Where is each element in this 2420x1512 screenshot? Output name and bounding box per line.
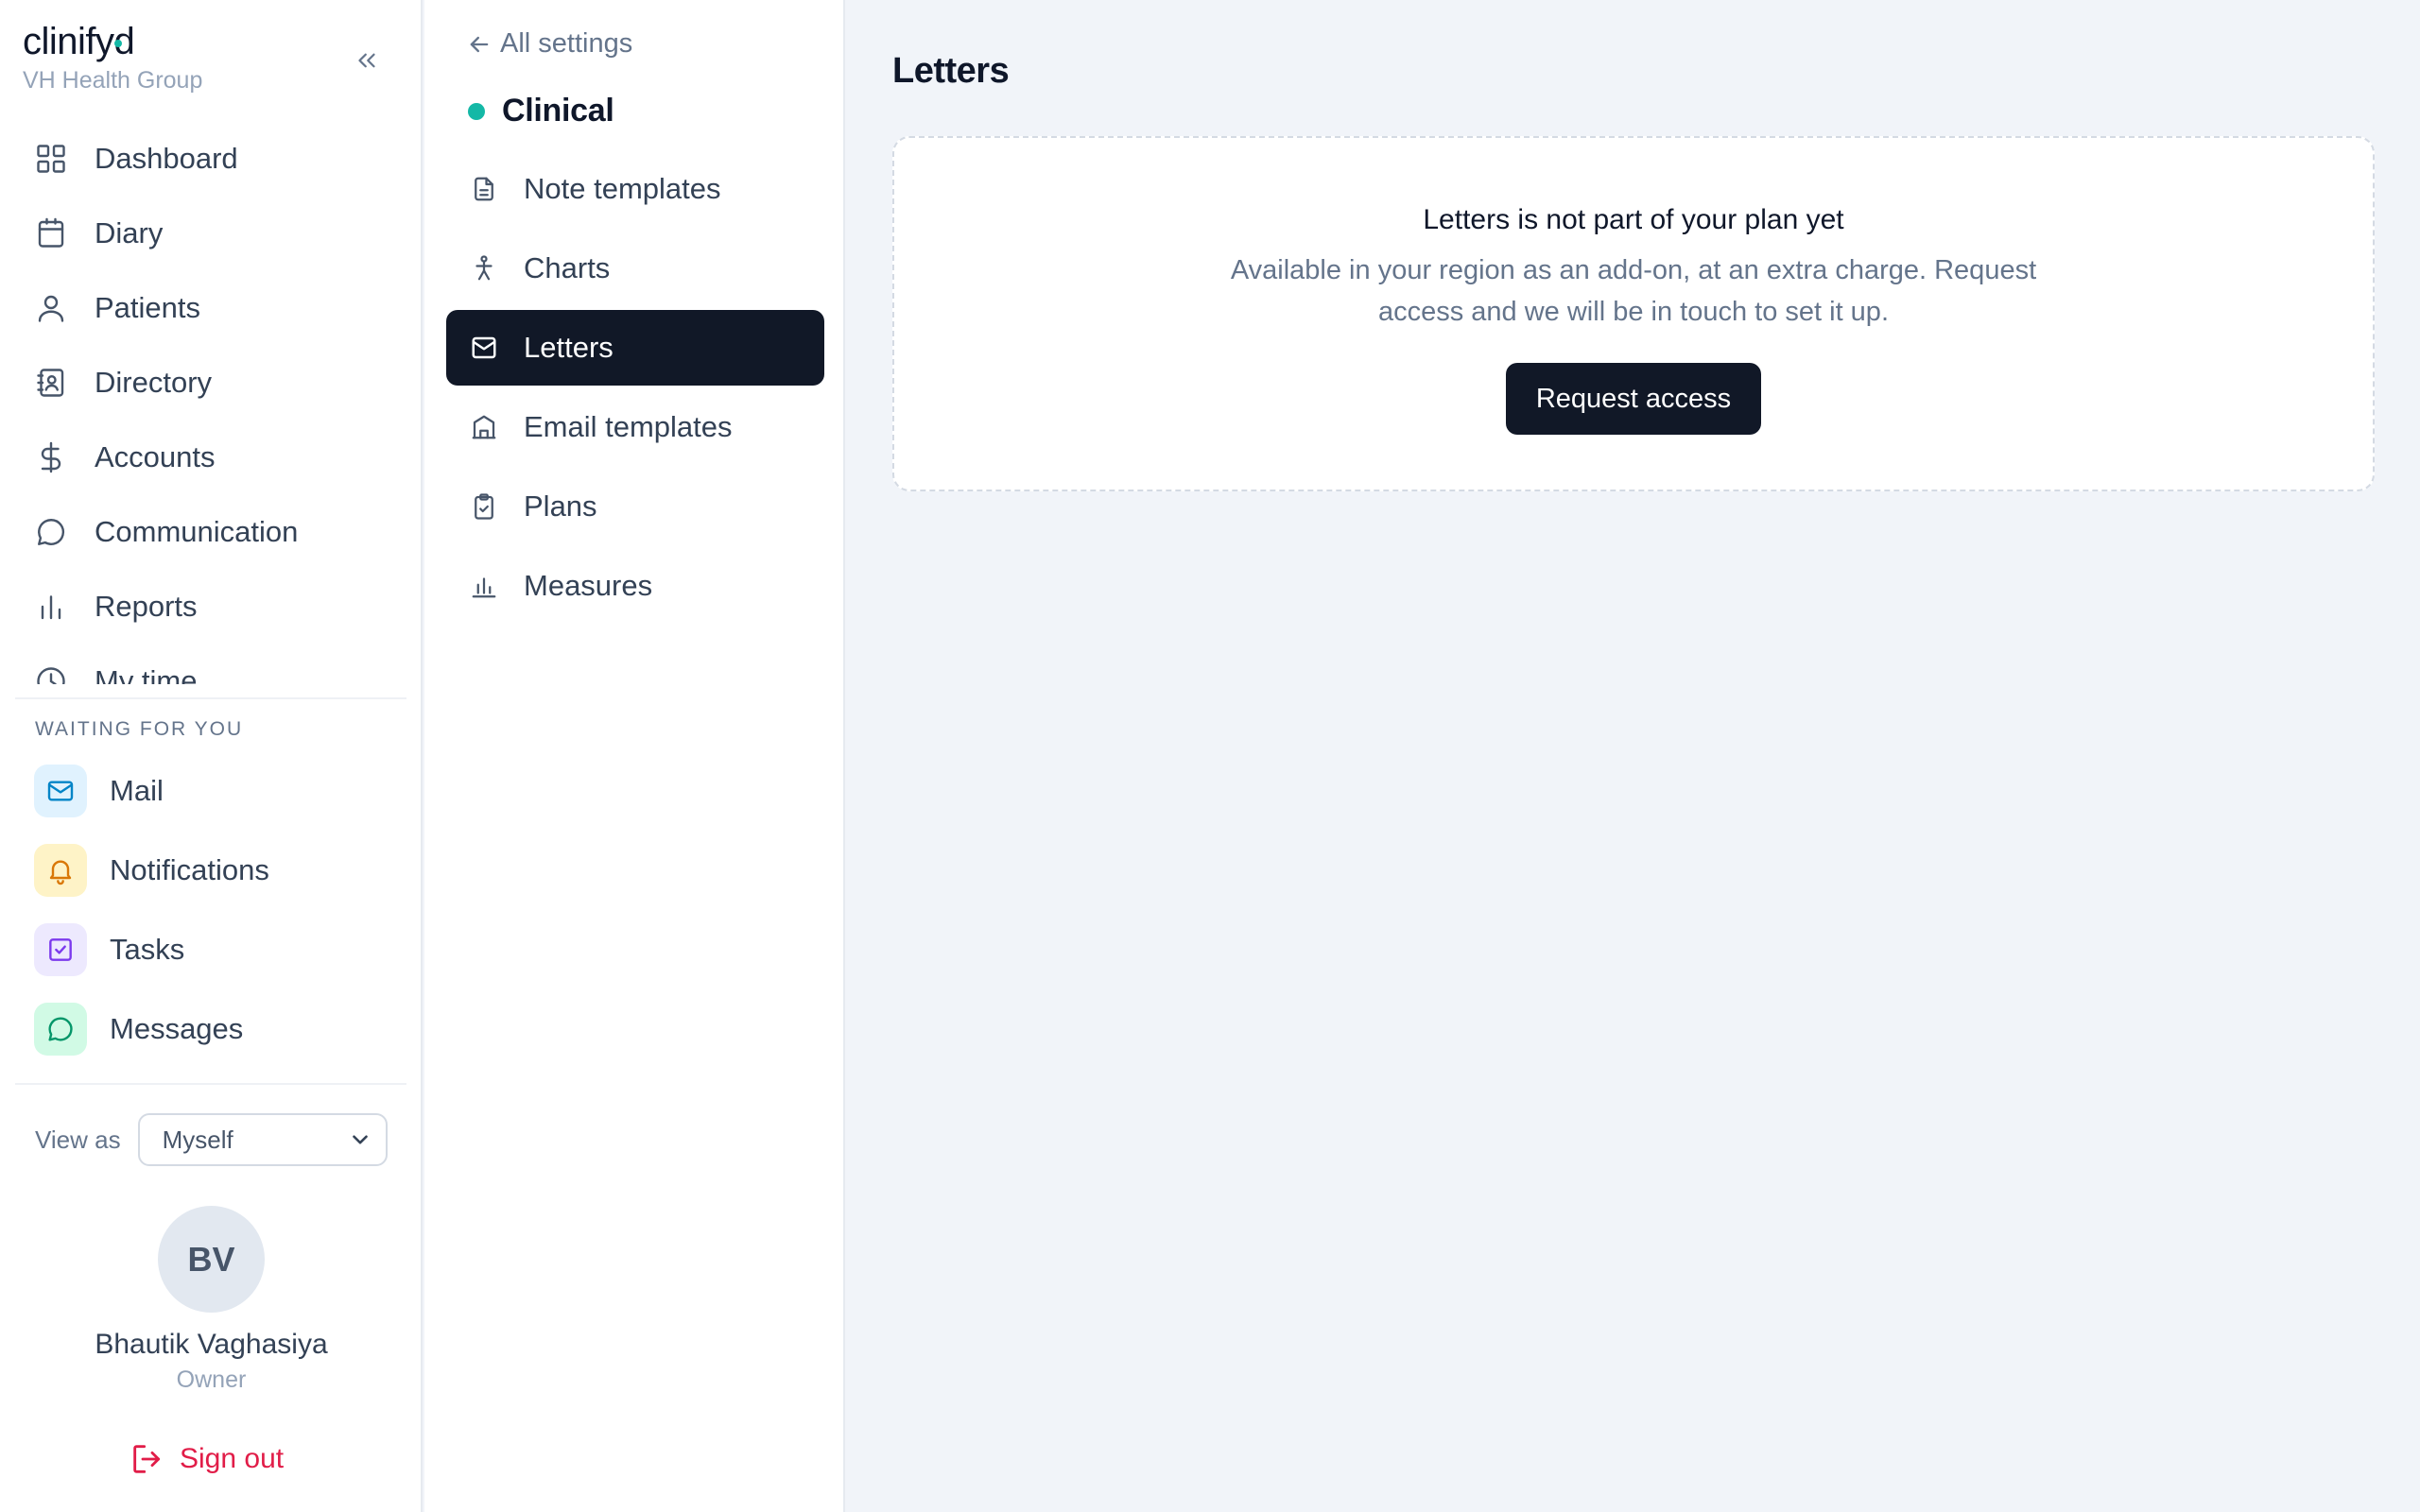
- user-name: Bhautik Vaghasiya: [95, 1329, 328, 1360]
- dollar-icon: [32, 438, 70, 476]
- sidebar-divider: [15, 1083, 406, 1085]
- settings-item-measures[interactable]: Measures: [446, 548, 824, 624]
- main-sidebar: clinifyd VH Health Group Dashboard Diary: [0, 0, 423, 1512]
- user-role: Owner: [176, 1366, 247, 1393]
- settings-group-label: Clinical: [502, 93, 614, 129]
- mail-icon: [34, 765, 87, 817]
- settings-group-title: Clinical: [468, 93, 614, 129]
- bell-icon: [34, 844, 87, 897]
- nav-item-patients[interactable]: Patients: [15, 270, 406, 345]
- settings-item-label: Letters: [524, 331, 614, 364]
- envelope-icon: [469, 333, 499, 363]
- view-as-label: View as: [35, 1125, 121, 1154]
- waiting-item-tasks[interactable]: Tasks: [34, 910, 269, 989]
- nav-item-communication[interactable]: Communication: [15, 494, 406, 569]
- settings-item-label: Charts: [524, 251, 611, 284]
- main-nav[interactable]: Dashboard Diary Patients Directory Accou…: [15, 121, 406, 684]
- person-figure-icon: [469, 253, 499, 284]
- nav-label: Patients: [95, 290, 201, 324]
- upsell-card: Letters is not part of your plan yet Ava…: [892, 136, 2375, 491]
- sidebar-divider: [15, 697, 406, 699]
- request-access-button[interactable]: Request access: [1505, 363, 1762, 435]
- user-icon: [32, 289, 70, 327]
- nav-label: Directory: [95, 365, 213, 399]
- waiting-list: Mail Notifications Tasks Messages: [34, 751, 269, 1069]
- brand: clinifyd VH Health Group: [23, 21, 202, 94]
- nav-item-accounts[interactable]: Accounts: [15, 420, 406, 494]
- upsell-heading: Letters is not part of your plan yet: [1423, 204, 1844, 235]
- settings-list: Note templates Charts Letters Email temp…: [446, 151, 824, 627]
- waiting-label: Mail: [110, 774, 164, 807]
- page-title: Letters: [892, 51, 1010, 91]
- nav-item-dashboard[interactable]: Dashboard: [15, 121, 406, 196]
- settings-item-label: Note templates: [524, 172, 721, 205]
- upsell-description: Available in your region as an add-on, a…: [1230, 255, 2037, 327]
- chevron-down-icon: [352, 1135, 368, 1144]
- settings-item-label: Measures: [524, 569, 653, 602]
- sign-out-label: Sign out: [180, 1443, 285, 1474]
- settings-item-label: Email templates: [524, 410, 733, 443]
- chat-bubble-icon: [34, 1003, 87, 1056]
- nav-label: Diary: [95, 215, 164, 249]
- check-square-icon: [34, 923, 87, 976]
- nav-label: Dashboard: [95, 141, 238, 175]
- nav-item-reports[interactable]: Reports: [15, 569, 406, 644]
- nav-label: Reports: [95, 589, 198, 623]
- calendar-icon: [32, 215, 70, 252]
- view-as-value: Myself: [162, 1125, 233, 1154]
- view-as: View as Myself: [35, 1113, 388, 1166]
- building-icon: [469, 412, 499, 442]
- settings-nav: All settings Clinical Note templates Cha…: [424, 0, 845, 1512]
- waiting-label: Tasks: [110, 933, 185, 966]
- settings-item-charts[interactable]: Charts: [446, 231, 824, 306]
- status-dot: [468, 102, 485, 120]
- waiting-section-title: WAITING FOR YOU: [35, 718, 244, 740]
- settings-item-letters[interactable]: Letters: [446, 310, 824, 386]
- chat-bubble-icon: [32, 513, 70, 551]
- nav-label: Communication: [95, 514, 299, 548]
- document-icon: [469, 174, 499, 204]
- nav-item-directory[interactable]: Directory: [15, 345, 406, 420]
- avatar[interactable]: BV: [158, 1206, 265, 1313]
- settings-item-email-templates[interactable]: Email templates: [446, 389, 824, 465]
- nav-label: Accounts: [95, 439, 216, 473]
- grid-icon: [32, 140, 70, 178]
- main-content: Letters Letters is not part of your plan…: [847, 0, 2420, 1512]
- contact-book-icon: [32, 364, 70, 402]
- settings-item-label: Plans: [524, 490, 597, 523]
- settings-item-note-templates[interactable]: Note templates: [446, 151, 824, 227]
- all-settings-link[interactable]: All settings: [466, 28, 632, 60]
- waiting-item-messages[interactable]: Messages: [34, 989, 269, 1069]
- bar-chart-icon: [32, 588, 70, 626]
- double-chevron-left-icon: [358, 53, 375, 68]
- clipboard-check-icon: [469, 491, 499, 522]
- brand-logo[interactable]: clinifyd: [23, 21, 135, 62]
- view-as-select[interactable]: Myself: [137, 1113, 388, 1166]
- waiting-item-mail[interactable]: Mail: [34, 751, 269, 831]
- organization-name: VH Health Group: [23, 67, 203, 94]
- sign-out-button[interactable]: Sign out: [129, 1440, 284, 1478]
- nav-item-my-time[interactable]: My time: [15, 644, 406, 684]
- bar-chart-icon: [469, 571, 499, 601]
- logout-icon: [133, 1445, 161, 1473]
- waiting-item-notifications[interactable]: Notifications: [34, 831, 269, 910]
- nav-item-diary[interactable]: Diary: [15, 196, 406, 270]
- waiting-label: Messages: [110, 1012, 244, 1045]
- clock-icon: [32, 662, 70, 684]
- settings-item-plans[interactable]: Plans: [446, 469, 824, 544]
- all-settings-label: All settings: [500, 28, 633, 59]
- nav-label: My time: [95, 663, 198, 685]
- collapse-sidebar-button[interactable]: [348, 42, 386, 79]
- waiting-label: Notifications: [110, 853, 269, 886]
- arrow-left-icon: [470, 36, 489, 52]
